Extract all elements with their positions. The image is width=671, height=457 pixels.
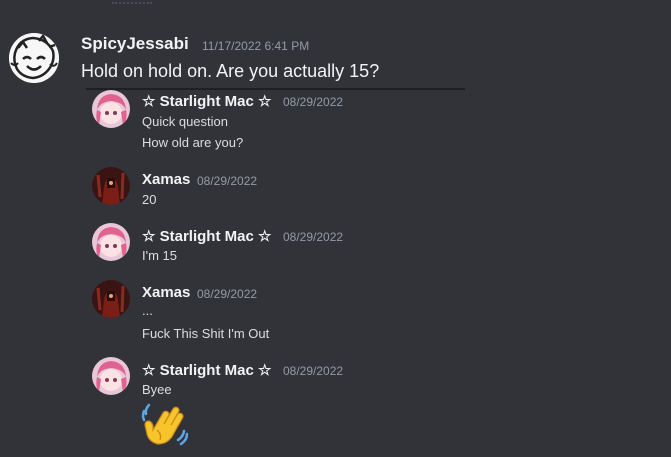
avatar xyxy=(92,357,130,395)
avatar[interactable] xyxy=(9,33,59,83)
message-line: ... xyxy=(142,303,153,318)
message-line: I'm 15 xyxy=(142,248,177,263)
avatar xyxy=(92,90,130,128)
message-line: Quick question xyxy=(142,114,228,129)
message-date: 08/29/2022 xyxy=(283,364,344,378)
message-date: 08/29/2022 xyxy=(283,230,344,244)
message-date: 08/29/2022 xyxy=(197,174,258,188)
message-author: ☆ Starlight Mac ☆ xyxy=(142,228,272,245)
message-text: Hold on hold on. Are you actually 15? xyxy=(81,61,380,81)
avatar xyxy=(92,280,130,318)
message-author: Xamas xyxy=(142,171,191,188)
message-author: ☆ Starlight Mac ☆ xyxy=(142,93,272,110)
message-spicyjessabi: SpicyJessabi 11/17/2022 6:41 PM Hold on … xyxy=(0,0,671,92)
avatar xyxy=(92,223,130,261)
message-author[interactable]: SpicyJessabi xyxy=(81,34,189,54)
message-author: ☆ Starlight Mac ☆ xyxy=(142,362,272,379)
message-line: 20 xyxy=(142,192,157,207)
message-line: Byee xyxy=(142,382,172,397)
message-date: 08/29/2022 xyxy=(197,287,258,301)
message-line: How old are you? xyxy=(142,135,244,150)
message-timestamp: 11/17/2022 6:41 PM xyxy=(202,39,310,53)
message-line: Fuck This Shit I'm Out xyxy=(142,326,270,341)
avatar xyxy=(92,167,130,205)
message-date: 08/29/2022 xyxy=(283,95,344,109)
message-author: Xamas xyxy=(142,284,191,301)
divider xyxy=(86,88,465,90)
waving-hand-emoji-icon xyxy=(141,403,188,446)
